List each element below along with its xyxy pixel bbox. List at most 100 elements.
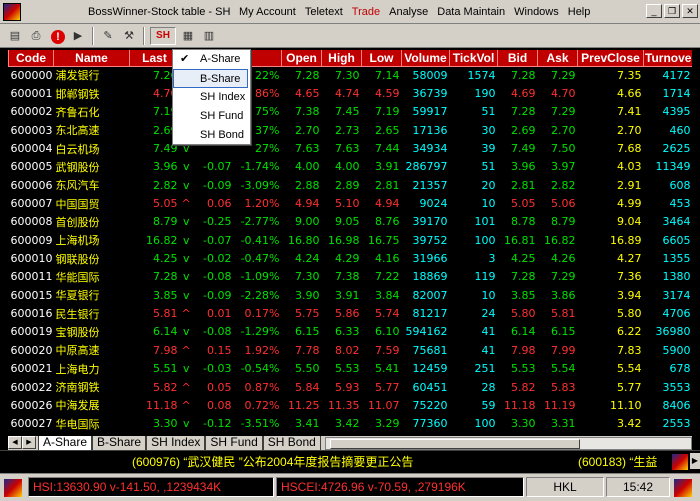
hscei-index-readout: HSCEI:4726.96 v-70.59, ,279196K xyxy=(276,477,524,497)
cell-change: -0.02 xyxy=(203,252,232,266)
table-row[interactable]: 600022 济南钢铁 5.82 ^ 0.05 0.87% 5.84 5.93 5.77 6045… xyxy=(9,378,693,396)
table-body: 600000浦发银行7.26v22%7.287.307.145800915747… xyxy=(9,66,693,433)
tab-scroll-left-icon[interactable]: ◀ xyxy=(8,436,22,449)
tools-icon[interactable]: ✎ xyxy=(99,27,117,45)
dropdown-item-label: SH Bond xyxy=(200,129,245,141)
tab-sh-index[interactable]: SH Index xyxy=(146,436,206,450)
col-turnover[interactable]: Turnover xyxy=(643,50,692,67)
cell-name: 东风汽车 xyxy=(55,179,100,193)
close-button[interactable]: ✕ xyxy=(682,4,698,18)
ticker-news-right[interactable]: (600183) “生益 xyxy=(578,453,657,470)
cell-code: 600016 xyxy=(10,307,53,321)
grid-icon[interactable]: ▥ xyxy=(200,27,218,45)
cell-percent: -0.54% xyxy=(240,362,280,376)
market-select-button[interactable]: SH xyxy=(150,26,176,45)
col-ask[interactable]: Ask xyxy=(537,50,578,67)
tab-a-share[interactable]: A-Share xyxy=(38,436,93,450)
col-low[interactable]: Low xyxy=(361,50,402,67)
table-row[interactable]: 600015 华夏银行 3.85 v -0.09 -2.28% 3.90 3.91 3.84 82… xyxy=(9,286,693,304)
table-row[interactable]: 600000浦发银行7.26v22%7.287.307.145800915747… xyxy=(9,66,693,84)
market-dropdown-menu: ✔ A-Share B-Share SH Index SH Fund SH Bo… xyxy=(172,49,251,145)
tab-b-share[interactable]: B-Share xyxy=(92,436,147,450)
col-high[interactable]: High xyxy=(321,50,362,67)
menu-analyse[interactable]: Analyse xyxy=(389,6,428,18)
cell-open: 11.25 xyxy=(288,398,320,412)
cell-high: 5.10 xyxy=(335,197,360,211)
hammer-icon[interactable]: ⚒ xyxy=(120,27,138,45)
cell-percent: 1.20% xyxy=(244,197,280,211)
table-row[interactable]: 600020 中原高速 7.98 ^ 0.15 1.92% 7.78 8.02 7.59 7568… xyxy=(9,341,693,359)
table-row[interactable]: 600009 上海机场 16.82 v -0.07 -0.41% 16.80 16.98 16.… xyxy=(9,231,693,249)
cell-last: 11.18 xyxy=(146,398,178,412)
table-row[interactable]: 600006 东风汽车 2.82 v -0.09 -3.09% 2.88 2.89 2.81 21… xyxy=(9,176,693,194)
col-prevclose[interactable]: PrevClose xyxy=(577,50,644,67)
ticker-news-left[interactable]: (600976) “武汉健民 ”公布2004年度报告摘要更正公告 xyxy=(132,453,413,470)
cell-turnover: 2625 xyxy=(662,142,691,156)
cell-open: 2.88 xyxy=(295,178,320,192)
dropdown-item-sh-fund[interactable]: SH Fund xyxy=(173,107,250,126)
tab-sh-bond[interactable]: SH Bond xyxy=(262,436,321,450)
menu-windows[interactable]: Windows xyxy=(514,6,559,18)
scrollbar-thumb[interactable] xyxy=(329,439,580,449)
menu-teletext[interactable]: Teletext xyxy=(305,6,343,18)
col-tickvol[interactable]: TickVol xyxy=(449,50,498,67)
col-volume[interactable]: Volume xyxy=(401,50,450,67)
cell-ask: 5.81 xyxy=(551,307,576,321)
table-row[interactable]: 600002齐鲁石化7.19v75%7.387.457.1959917517.2… xyxy=(9,103,693,121)
cell-ask: 7.99 xyxy=(551,343,576,357)
play-icon[interactable]: ▶ xyxy=(69,27,87,45)
menu-help[interactable]: Help xyxy=(568,6,591,18)
cell-ask: 8.79 xyxy=(551,215,576,229)
menu-data-maintain[interactable]: Data Maintain xyxy=(437,6,505,18)
table-row[interactable]: 600016 民生银行 5.81 ^ 0.01 0.17% 5.75 5.86 5.74 8121… xyxy=(9,304,693,322)
table-row[interactable]: 600004 白云机场 7.49 v 27% 7.63 7.63 7.44 34934 39 7.4… xyxy=(9,139,693,157)
cell-volume: 286797 xyxy=(405,160,448,174)
dropdown-item-sh-bond[interactable]: SH Bond xyxy=(173,126,250,145)
dropdown-item-a-share[interactable]: ✔ A-Share xyxy=(173,50,250,69)
dropdown-item-sh-index[interactable]: SH Index xyxy=(173,88,250,107)
chart-icon[interactable]: ▦ xyxy=(179,27,197,45)
table-row[interactable]: 600001邯郸钢铁4.70^86%4.654.744.59367391904.… xyxy=(9,84,693,102)
table-row[interactable]: 600026 中海发展 11.18 ^ 0.08 0.72% 11.25 11.35 11.07… xyxy=(9,396,693,414)
col-open[interactable]: Open xyxy=(281,50,322,67)
print-icon[interactable]: ⎙ xyxy=(27,27,45,45)
cell-volume: 60451 xyxy=(412,380,448,394)
cell-open: 4.65 xyxy=(295,87,320,101)
table-row[interactable]: 600007 中国国贸 5.05 ^ 0.06 1.20% 4.94 5.10 4.94 9024… xyxy=(9,194,693,212)
table-row[interactable]: 600005 武钢股份 3.96 v -0.07 -1.74% 4.00 4.00 3.91 28… xyxy=(9,158,693,176)
table-row[interactable]: 600019 宝钢股份 6.14 v -0.08 -1.29% 6.15 6.33 6.10 59… xyxy=(9,323,693,341)
menu-trade[interactable]: Trade xyxy=(352,6,380,18)
dropdown-item-label: SH Index xyxy=(200,91,246,103)
ticker-scroll-icon[interactable]: ▶ xyxy=(690,453,700,469)
table-row[interactable]: 600010 钢联股份 4.25 v -0.02 -0.47% 4.24 4.29 4.16 31… xyxy=(9,249,693,267)
cell-turnover: 8406 xyxy=(662,398,691,412)
cell-ask: 5.83 xyxy=(551,380,576,394)
cell-name: 中海发展 xyxy=(55,399,100,413)
cell-bid: 3.85 xyxy=(511,288,536,302)
minimize-button[interactable]: _ xyxy=(646,4,662,18)
tab-sh-fund[interactable]: SH Fund xyxy=(205,436,263,450)
cell-mark: v xyxy=(182,362,190,376)
table-row[interactable]: 600008 首创股份 8.79 v -0.25 -2.77% 9.00 9.05 8.76 39… xyxy=(9,213,693,231)
dropdown-item-b-share[interactable]: B-Share xyxy=(173,69,248,88)
cell-change: -0.08 xyxy=(203,325,232,339)
connect-icon[interactable]: ▤ xyxy=(6,27,24,45)
app-logo-icon[interactable] xyxy=(3,2,21,21)
table-row[interactable]: 600021 上海电力 5.51 v -0.03 -0.54% 5.50 5.53 5.41 12… xyxy=(9,360,693,378)
col-name[interactable]: Name xyxy=(53,50,130,67)
table-row[interactable]: 600027 华电国际 3.30 v -0.12 -3.51% 3.41 3.42 3.29 77… xyxy=(9,415,693,433)
table-row[interactable]: 600003东北高速2.69v37%2.702.732.6517136302.6… xyxy=(9,121,693,139)
col-bid[interactable]: Bid xyxy=(497,50,538,67)
stock-table: Code Name Last Open High Low Volume Tick… xyxy=(8,50,692,435)
cell-volume: 59917 xyxy=(412,105,448,119)
menu-my-account[interactable]: My Account xyxy=(239,6,296,18)
col-code[interactable]: Code xyxy=(8,50,54,67)
table-row[interactable]: 600011 华能国际 7.28 v -0.08 -1.09% 7.30 7.38 7.22 18… xyxy=(9,268,693,286)
cell-high: 3.91 xyxy=(335,288,360,302)
horizontal-scrollbar[interactable] xyxy=(324,437,692,450)
tab-scroll-right-icon[interactable]: ▶ xyxy=(22,436,36,449)
cell-high: 7.38 xyxy=(335,270,360,284)
stop-icon[interactable]: ! xyxy=(48,27,66,45)
cell-percent: -2.28% xyxy=(240,288,280,302)
restore-button[interactable]: ❐ xyxy=(664,4,680,18)
